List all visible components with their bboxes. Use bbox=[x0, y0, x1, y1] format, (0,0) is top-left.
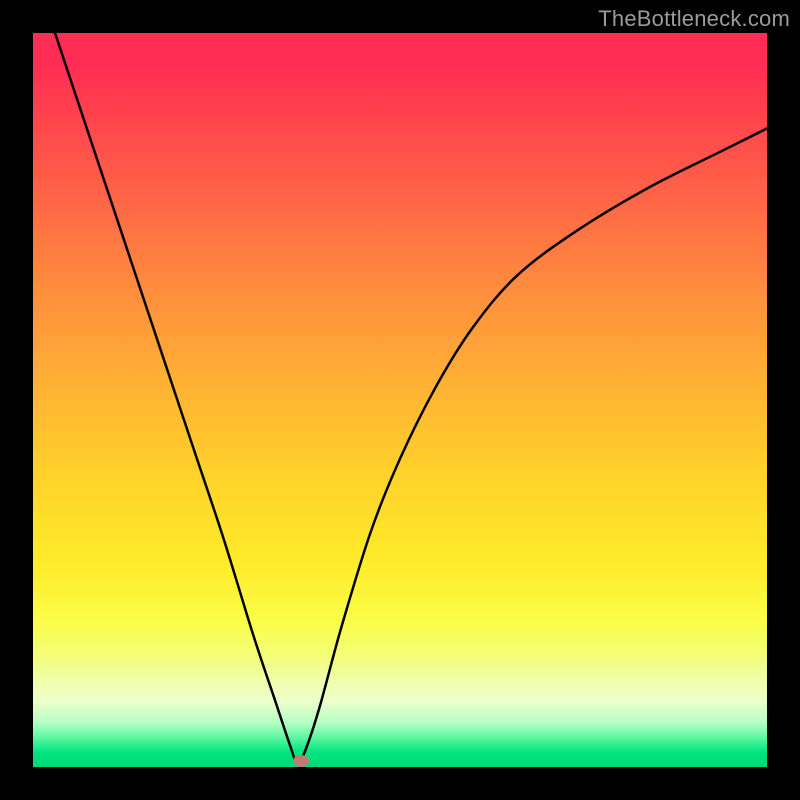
chart-frame: TheBottleneck.com bbox=[0, 0, 800, 800]
minimum-marker bbox=[293, 755, 309, 767]
watermark-text: TheBottleneck.com bbox=[598, 6, 790, 32]
bottleneck-curve bbox=[33, 33, 767, 767]
plot-area bbox=[33, 33, 767, 767]
